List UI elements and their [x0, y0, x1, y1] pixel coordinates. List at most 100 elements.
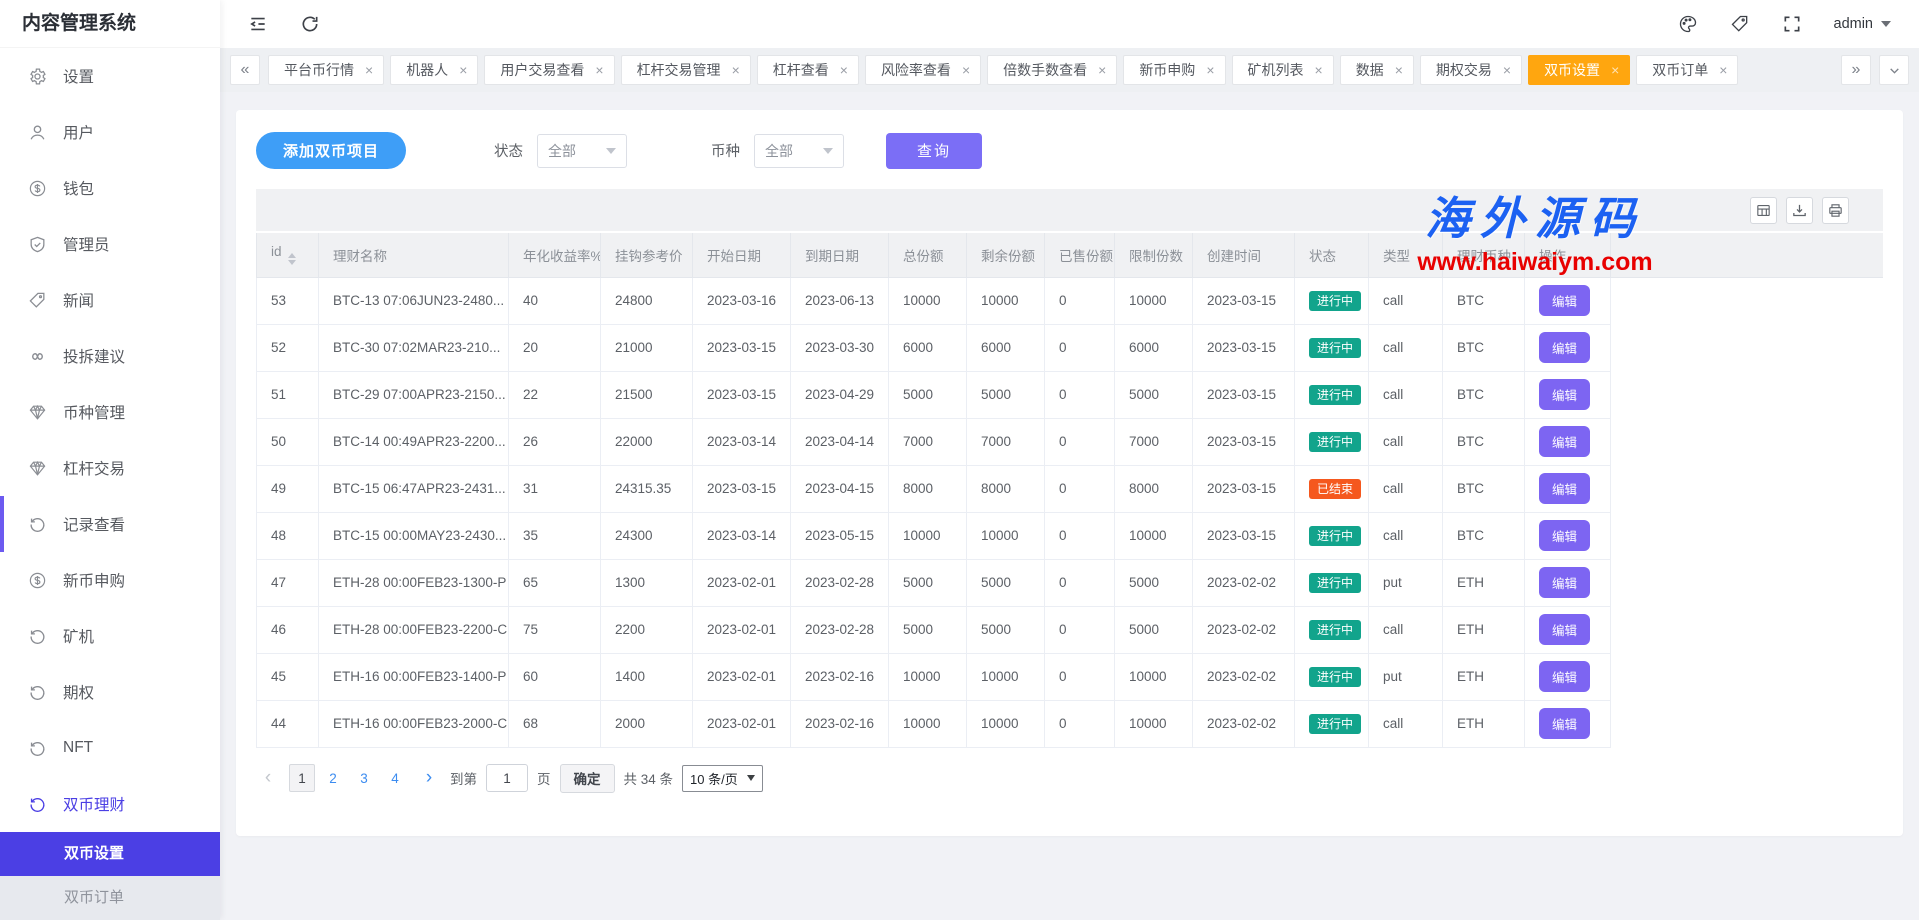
tab-双币设置[interactable]: 双币设置× — [1528, 55, 1630, 85]
tab-close-icon[interactable]: × — [1503, 63, 1511, 77]
add-dual-currency-button[interactable]: 添加双币项目 — [256, 132, 406, 169]
cell-ref_price: 21500 — [601, 371, 693, 418]
tab-倍数手数查看[interactable]: 倍数手数查看 × — [987, 55, 1117, 85]
sidebar-item-双币理财[interactable]: 双币理财 — [0, 776, 220, 832]
sidebar-item-新币申购[interactable]: 新币申购 — [0, 552, 220, 608]
tab-期权交易[interactable]: 期权交易× — [1420, 55, 1522, 85]
tabs-menu-button[interactable] — [1879, 55, 1909, 85]
tab-杠杆查看[interactable]: 杠杆查看× — [757, 55, 859, 85]
column-settings-button[interactable] — [1750, 197, 1777, 224]
edit-button[interactable]: 编辑 — [1539, 379, 1590, 410]
coin-filter-select[interactable]: 全部 — [754, 134, 844, 168]
confirm-button[interactable]: 确定 — [560, 764, 615, 793]
page-2[interactable]: 2 — [320, 764, 346, 792]
edit-button[interactable]: 编辑 — [1539, 520, 1590, 551]
tab-平台币行情[interactable]: 平台币行情× — [268, 55, 384, 85]
tab-close-icon[interactable]: × — [1719, 63, 1727, 77]
sidebar-subitem-双币订单[interactable]: 双币订单 — [0, 876, 220, 920]
tab-杠杆交易管理[interactable]: 杠杆交易管理× — [621, 55, 751, 85]
status-filter-select[interactable]: 全部 — [537, 134, 627, 168]
sidebar-item-币种管理[interactable]: 币种管理 — [0, 384, 220, 440]
cell-limit: 10000 — [1115, 700, 1193, 747]
sidebar-item-label: 期权 — [63, 681, 94, 703]
tab-用户交易查看[interactable]: 用户交易查看× — [484, 55, 614, 85]
edit-button[interactable]: 编辑 — [1539, 614, 1590, 645]
menu-fold-button[interactable] — [248, 14, 268, 34]
cell-coin: BTC — [1443, 512, 1525, 559]
sidebar-item-杠杆交易[interactable]: 杠杆交易 — [0, 440, 220, 496]
palette-button[interactable] — [1678, 14, 1698, 34]
table-zone: id理财名称年化收益率%挂钩参考价开始日期到期日期总份额剩余份额已售份额限制份数… — [256, 189, 1883, 793]
sidebar-subitem-双币设置[interactable]: 双币设置 — [0, 832, 220, 876]
tag-button[interactable] — [1730, 14, 1750, 34]
edit-button[interactable]: 编辑 — [1539, 332, 1590, 363]
tab-close-icon[interactable]: × — [365, 63, 373, 77]
cell-ref_price: 21000 — [601, 324, 693, 371]
caret-down-icon — [606, 148, 616, 154]
tab-close-icon[interactable]: × — [732, 63, 740, 77]
prev-page-button[interactable]: ‹ — [256, 764, 280, 792]
tab-close-icon[interactable]: × — [840, 63, 848, 77]
cell-created: 2023-02-02 — [1193, 653, 1295, 700]
goto-page-input[interactable] — [486, 764, 528, 792]
tab-close-icon[interactable]: × — [1315, 63, 1323, 77]
column-header-开始日期: 开始日期 — [693, 233, 791, 277]
refresh-button[interactable] — [300, 14, 320, 34]
tab-双币订单[interactable]: 双币订单× — [1636, 55, 1738, 85]
sidebar-item-钱包[interactable]: 钱包 — [0, 160, 220, 216]
tab-label: 倍数手数查看 — [1003, 60, 1087, 80]
column-header-id[interactable]: id — [257, 233, 319, 277]
sidebar-item-投拆建议[interactable]: 投拆建议 — [0, 328, 220, 384]
user-menu[interactable]: admin — [1834, 16, 1892, 32]
page-size-select[interactable]: 10 条/页 — [682, 765, 763, 792]
sidebar-item-NFT[interactable]: NFT — [0, 720, 220, 776]
sort-icon[interactable] — [288, 253, 296, 265]
sidebar-item-用户[interactable]: 用户 — [0, 104, 220, 160]
print-button[interactable] — [1822, 197, 1849, 224]
sidebar-item-label: 币种管理 — [63, 401, 125, 423]
pagination: ‹ 1234 › 到第 页 确定 共 34 条 10 条/页 — [256, 764, 1883, 793]
sidebar-item-矿机[interactable]: 矿机 — [0, 608, 220, 664]
page-1[interactable]: 1 — [289, 764, 315, 792]
tabs-scroll-right-button[interactable]: » — [1841, 55, 1871, 85]
edit-button[interactable]: 编辑 — [1539, 426, 1590, 457]
column-header-限制份数: 限制份数 — [1115, 233, 1193, 277]
fullscreen-icon — [1782, 14, 1802, 34]
cell-sold: 0 — [1045, 606, 1115, 653]
sidebar-item-管理员[interactable]: 管理员 — [0, 216, 220, 272]
tab-close-icon[interactable]: × — [459, 63, 467, 77]
tab-数据[interactable]: 数据× — [1340, 55, 1414, 85]
tab-新币申购[interactable]: 新币申购× — [1123, 55, 1225, 85]
tab-close-icon[interactable]: × — [1098, 63, 1106, 77]
tab-风险率查看[interactable]: 风险率查看× — [865, 55, 981, 85]
page-4[interactable]: 4 — [382, 764, 408, 792]
next-page-button[interactable]: › — [417, 764, 441, 792]
query-button[interactable]: 查询 — [886, 133, 982, 169]
edit-button[interactable]: 编辑 — [1539, 661, 1590, 692]
cell-start_date: 2023-03-15 — [693, 324, 791, 371]
sidebar-item-label: 管理员 — [63, 233, 110, 255]
cell-action: 编辑 — [1525, 277, 1611, 324]
sidebar-item-新闻[interactable]: 新闻 — [0, 272, 220, 328]
export-button[interactable] — [1786, 197, 1813, 224]
tab-close-icon[interactable]: × — [1395, 63, 1403, 77]
sidebar-item-记录查看[interactable]: 记录查看 — [0, 496, 220, 552]
tab-close-icon[interactable]: × — [962, 63, 970, 77]
tab-close-icon[interactable]: × — [1611, 63, 1619, 77]
edit-button[interactable]: 编辑 — [1539, 285, 1590, 316]
fullscreen-button[interactable] — [1782, 14, 1802, 34]
edit-button[interactable]: 编辑 — [1539, 567, 1590, 598]
edit-button[interactable]: 编辑 — [1539, 708, 1590, 739]
tab-close-icon[interactable]: × — [595, 63, 603, 77]
edit-button[interactable]: 编辑 — [1539, 473, 1590, 504]
sidebar-item-期权[interactable]: 期权 — [0, 664, 220, 720]
cell-created: 2023-03-15 — [1193, 371, 1295, 418]
table-row: 53BTC-13 07:06JUN23-2480...40248002023-0… — [257, 277, 1884, 324]
cell-total: 5000 — [889, 606, 967, 653]
tab-机器人[interactable]: 机器人× — [390, 55, 478, 85]
tabs-scroll-left-button[interactable]: « — [230, 55, 260, 85]
tab-矿机列表[interactable]: 矿机列表× — [1232, 55, 1334, 85]
tab-close-icon[interactable]: × — [1206, 63, 1214, 77]
sidebar-item-设置[interactable]: 设置 — [0, 48, 220, 104]
page-3[interactable]: 3 — [351, 764, 377, 792]
